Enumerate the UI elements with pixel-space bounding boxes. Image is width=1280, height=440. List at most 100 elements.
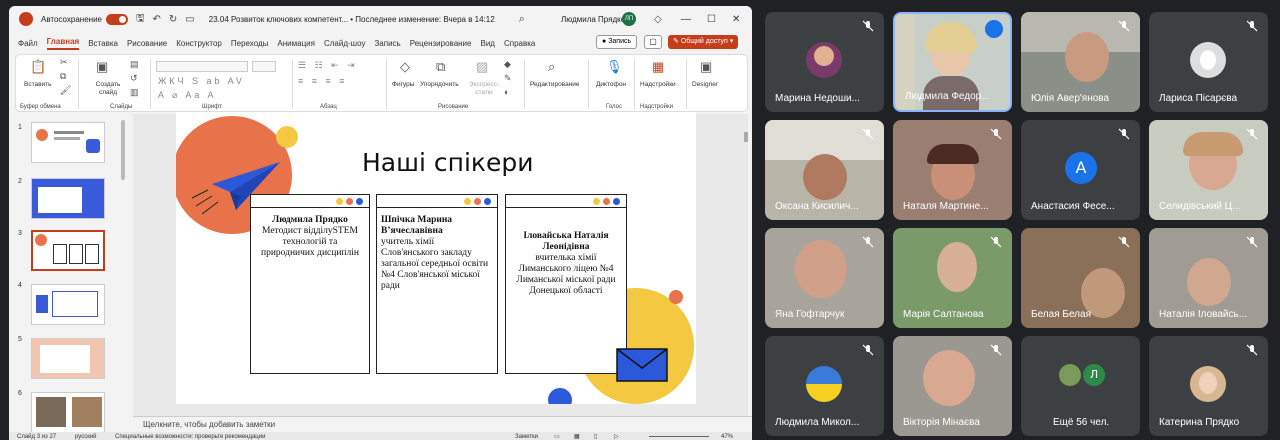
format-painter-icon[interactable]: 🖌: [60, 85, 71, 96]
addins-button[interactable]: Надстройки: [640, 81, 676, 89]
user-avatar[interactable]: ЛП: [622, 12, 636, 26]
participant-tile[interactable]: Яна Гофтарчук: [765, 228, 884, 328]
avatar: [806, 366, 842, 402]
minimize-icon[interactable]: —: [681, 14, 691, 25]
close-icon[interactable]: ✕: [732, 14, 740, 25]
participant-tile[interactable]: Лариса Пісарєва: [1149, 12, 1268, 112]
participant-tile[interactable]: Оксана Кисилич...: [765, 120, 884, 220]
font-size-input[interactable]: [252, 61, 276, 72]
undo-icon[interactable]: ↶: [153, 14, 161, 25]
slide-title[interactable]: Наші спікери: [362, 148, 534, 177]
redo-icon[interactable]: ↻: [169, 14, 177, 25]
font-color-buttons[interactable]: A ⌀ Aa A: [158, 91, 216, 100]
slide-thumb-6[interactable]: [31, 392, 105, 433]
participant-name: Яна Гофтарчук: [775, 309, 845, 320]
slide-thumb-2[interactable]: [31, 178, 105, 219]
slide-scrollbar[interactable]: [744, 132, 748, 142]
zoom-slider[interactable]: [649, 436, 709, 437]
participant-tile[interactable]: А Анастасия Фесе...: [1021, 120, 1140, 220]
reading-view-icon[interactable]: ▯: [594, 432, 597, 440]
tab-record[interactable]: Запись: [374, 39, 400, 48]
align-buttons[interactable]: ≡ ≡ ≡ ≡: [298, 77, 348, 86]
zoom-level[interactable]: 47%: [721, 432, 733, 440]
participant-tile[interactable]: Наталія Іловайсь...: [1149, 228, 1268, 328]
tab-view[interactable]: Вид: [480, 39, 494, 48]
tab-insert[interactable]: Вставка: [88, 39, 118, 48]
tab-home[interactable]: Главная: [46, 37, 80, 50]
accessibility-status[interactable]: Специальные возможности: проверьте реком…: [115, 432, 265, 440]
editing-button[interactable]: Редактирование: [530, 81, 580, 89]
participant-tile[interactable]: Марина Недоши...: [765, 12, 884, 112]
participant-tile[interactable]: Людмила Федор...: [893, 12, 1012, 112]
slide-thumb-5[interactable]: [31, 338, 105, 379]
premium-icon[interactable]: ◇: [654, 14, 662, 25]
save-icon[interactable]: 🖫: [136, 11, 145, 28]
slide-counter: Слайд 3 из 27: [17, 434, 57, 440]
shape-outline-icon[interactable]: ✎: [504, 73, 512, 84]
tab-draw[interactable]: Рисование: [127, 39, 167, 48]
record-label: Запись: [608, 38, 632, 45]
shapes-button[interactable]: Фигуры: [392, 81, 414, 89]
layout-icon[interactable]: ▤: [130, 59, 139, 70]
quick-styles-button[interactable]: Экспресс-стили: [466, 81, 502, 97]
participant-tile[interactable]: Марія Салтанова: [893, 228, 1012, 328]
font-name-input[interactable]: [156, 61, 248, 72]
participant-tile[interactable]: Людмила Микол...: [765, 336, 884, 436]
autosave-toggle[interactable]: [105, 13, 128, 25]
dictate-button[interactable]: Диктофон: [596, 81, 626, 89]
present-icon[interactable]: ▭: [185, 14, 194, 25]
paste-button[interactable]: Вставить: [24, 81, 52, 89]
list-buttons[interactable]: ☰ ☷ ⇤ ⇥: [298, 61, 358, 70]
speaker-card-3[interactable]: Іловайська Наталія Леонідівна вчителька …: [505, 194, 627, 374]
participant-tile[interactable]: Белая Белая: [1021, 228, 1140, 328]
speaker-card-2[interactable]: Шпічка Марина В’ячеславівна учитель хімі…: [376, 194, 498, 374]
comments-button[interactable]: ▢: [644, 35, 662, 49]
notes-button[interactable]: Заметки: [515, 432, 538, 440]
participant-tile[interactable]: Селидівський Ц...: [1149, 120, 1268, 220]
slide-thumb-1[interactable]: [31, 122, 105, 163]
record-button[interactable]: ● Запись: [596, 35, 638, 49]
tab-file[interactable]: Файл: [18, 39, 38, 48]
tab-animation[interactable]: Анимация: [277, 39, 315, 48]
speaker-card-1[interactable]: Людмила Прядко Методист відділуSTEM техн…: [250, 194, 370, 374]
tab-review[interactable]: Рецензирование: [410, 39, 472, 48]
participant-tile[interactable]: Наталя Мартине...: [893, 120, 1012, 220]
arrange-button[interactable]: Упорядочить: [420, 81, 459, 89]
participant-tile[interactable]: Катерина Прядко: [1149, 336, 1268, 436]
sorter-view-icon[interactable]: ▦: [574, 432, 580, 440]
designer-button[interactable]: Designer: [692, 81, 718, 89]
normal-view-icon[interactable]: ▭: [554, 432, 560, 440]
search-icon[interactable]: ⌕: [519, 13, 525, 26]
document-title[interactable]: 23.04 Розвиток ключових компетент... • П…: [209, 15, 495, 24]
new-slide-button[interactable]: Создать слайд: [90, 81, 126, 97]
mic-muted-icon: [862, 20, 874, 32]
thumbnails-scrollbar[interactable]: [121, 120, 125, 180]
slideshow-view-icon[interactable]: ▷: [614, 432, 619, 440]
slide-thumb-4[interactable]: [31, 284, 105, 325]
shape-fill-icon[interactable]: ◆: [504, 59, 511, 70]
reset-icon[interactable]: ↺: [130, 73, 138, 84]
speaker-2-desc: учитель хімії Слов'янського закладу зага…: [381, 237, 489, 291]
tab-transitions[interactable]: Переходы: [231, 39, 269, 48]
maximize-icon[interactable]: ☐: [707, 14, 716, 25]
screen: Автосохранение 🖫 ↶ ↻ ▭ 23.04 Розвиток кл…: [0, 0, 1280, 440]
shape-effects-icon[interactable]: ◐: [504, 87, 509, 97]
tab-slideshow[interactable]: Слайд-шоу: [324, 39, 365, 48]
more-participants-tile[interactable]: Л Ещё 56 чел.: [1021, 336, 1140, 436]
participant-tile[interactable]: Юлія Авер'янова: [1021, 12, 1140, 112]
user-name[interactable]: Людмила Прядко: [561, 15, 625, 24]
font-format-buttons[interactable]: ЖКЧ S ab AV: [158, 77, 245, 86]
share-button[interactable]: ✎ Общий доступ ▾: [668, 35, 739, 49]
notes-pane[interactable]: Щелкните, чтобы добавить заметки: [133, 416, 752, 432]
tab-design[interactable]: Конструктор: [176, 39, 222, 48]
tab-help[interactable]: Справка: [504, 39, 535, 48]
slide-thumb-3[interactable]: [31, 230, 105, 271]
cut-icon[interactable]: ✂: [60, 57, 68, 68]
title-bar: Автосохранение 🖫 ↶ ↻ ▭ 23.04 Розвиток кл…: [9, 6, 752, 32]
slide-3[interactable]: Наші спікери Людмила Прядко Методист від…: [176, 112, 696, 404]
language-indicator[interactable]: русский: [75, 432, 97, 440]
participant-tile[interactable]: Вікторія Мінаєва: [893, 336, 1012, 436]
section-icon[interactable]: ▥: [130, 87, 139, 98]
copy-icon[interactable]: ⧉: [60, 71, 66, 82]
video-feed: [1065, 32, 1109, 82]
